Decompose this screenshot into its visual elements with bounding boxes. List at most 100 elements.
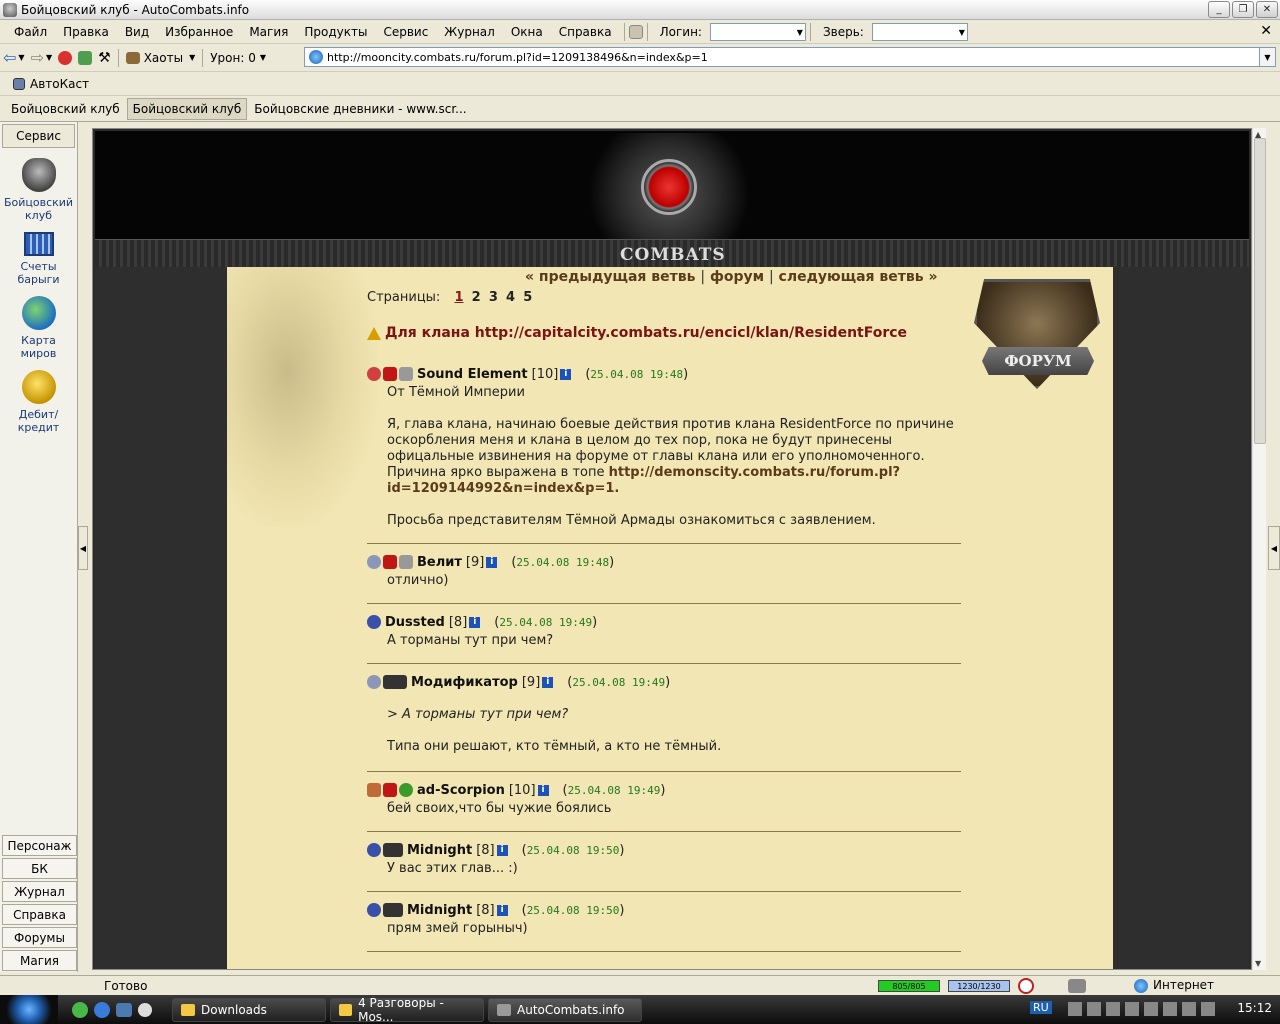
info-icon[interactable]: i xyxy=(486,556,498,568)
menu-journal[interactable]: Журнал xyxy=(436,25,503,39)
next-thread-link[interactable]: следующая ветвь » xyxy=(779,269,938,285)
post-author[interactable]: Midnight xyxy=(407,903,472,918)
close-doc-icon[interactable]: ✕ xyxy=(1260,23,1272,39)
maximize-button[interactable]: ❐ xyxy=(1232,1,1254,18)
address-url[interactable]: http://mooncity.combats.ru/forum.pl?id=1… xyxy=(327,51,708,64)
post-author[interactable]: Dussted xyxy=(385,615,445,630)
sidebar-button-character[interactable]: Персонаж xyxy=(2,835,77,856)
menu-bar: Файл Правка Вид Избранное Магия Продукты… xyxy=(0,20,1280,44)
sidebar-button-forums[interactable]: Форумы xyxy=(2,927,77,948)
post-date: 25.04.08 19:49 xyxy=(572,675,666,689)
sidebar-button-journal[interactable]: Журнал xyxy=(2,881,77,902)
info-icon[interactable]: i xyxy=(469,616,481,628)
forward-button[interactable]: ⇨ ▼ xyxy=(28,47,56,69)
briefcase-icon[interactable] xyxy=(628,24,643,39)
app-icon xyxy=(3,2,17,17)
clock-icon[interactable] xyxy=(1018,978,1034,994)
info-icon[interactable]: i xyxy=(496,904,508,916)
sidebar-item-accounts[interactable]: Счеты барыги xyxy=(0,232,77,286)
page-link-3[interactable]: 3 xyxy=(489,290,498,305)
tab-fightclub-2[interactable]: Бойцовский клуб xyxy=(126,97,248,120)
align-icon xyxy=(367,615,381,629)
menu-magic[interactable]: Магия xyxy=(241,25,296,39)
info-icon[interactable]: i xyxy=(542,676,554,688)
login-select[interactable]: ▼ xyxy=(709,22,806,41)
menu-help[interactable]: Справка xyxy=(551,25,620,39)
menu-view[interactable]: Вид xyxy=(117,25,157,39)
window-titlebar: Бойцовский клуб - AutoCombats.info _ ❐ ✕ xyxy=(0,0,1280,20)
close-button[interactable]: ✕ xyxy=(1256,1,1278,18)
tools-button[interactable]: ⚒ xyxy=(95,47,114,69)
forum-post: Dussted [8] i (25.04.08 19:49) А торманы… xyxy=(367,613,961,649)
page-link-1[interactable]: 1 xyxy=(454,290,463,305)
ie-icon[interactable] xyxy=(94,1001,110,1018)
task-downloads[interactable]: Downloads xyxy=(172,997,326,1022)
sidebar-header[interactable]: Сервис xyxy=(2,124,75,148)
info-icon[interactable]: i xyxy=(537,784,549,796)
minimize-button[interactable]: _ xyxy=(1208,1,1230,18)
internet-zone-icon xyxy=(1134,979,1148,993)
menu-service[interactable]: Сервис xyxy=(375,25,436,39)
post-date: 25.04.08 19:50 xyxy=(526,903,620,917)
post-author[interactable]: Midnight xyxy=(407,843,472,858)
prev-thread-link[interactable]: « предыдущая ветвь xyxy=(525,269,695,285)
coins-icon xyxy=(21,370,56,404)
page-link-5[interactable]: 5 xyxy=(523,290,532,305)
desktop-icon[interactable] xyxy=(116,1002,132,1017)
globe-icon xyxy=(21,296,56,330)
sidebar-button-magic[interactable]: Магия xyxy=(2,950,77,971)
tray-icons[interactable] xyxy=(1068,1002,1218,1016)
hp-bar: 805/805 xyxy=(878,980,940,992)
app-icon xyxy=(497,1003,511,1016)
forum-badge: ФОРУМ xyxy=(968,267,1108,407)
task-autocombats[interactable]: AutoCombats.info xyxy=(488,997,642,1022)
damage-button[interactable]: Урон: 0 ▼ xyxy=(207,47,269,69)
taskbar-clock[interactable]: 15:12 xyxy=(1237,1001,1272,1015)
info-icon[interactable]: i xyxy=(496,844,508,856)
sidebar-item-worldmap[interactable]: Карта миров xyxy=(0,296,77,360)
page-link-4[interactable]: 4 xyxy=(506,290,515,305)
vertical-scrollbar[interactable]: ▲ ▼ xyxy=(1252,128,1266,970)
start-button[interactable] xyxy=(0,995,58,1024)
info-icon[interactable]: i xyxy=(560,368,572,380)
post-author[interactable]: Модификатор xyxy=(411,675,518,690)
menu-windows[interactable]: Окна xyxy=(503,25,551,39)
refresh-button[interactable] xyxy=(75,47,95,69)
sidebar-item-debit[interactable]: Дебит/кредит xyxy=(0,370,77,434)
tab-fightclub-1[interactable]: Бойцовский клуб xyxy=(6,98,125,120)
task-conversations[interactable]: 4 Разговоры - Mos... xyxy=(330,996,484,1024)
sidebar-button-help[interactable]: Справка xyxy=(2,904,77,925)
forum-post: Midnight [8] i (25.04.08 19:50) прям зме… xyxy=(367,901,961,937)
autocast-button[interactable]: АвтоКаст xyxy=(10,73,92,95)
page-link-2[interactable]: 2 xyxy=(472,290,481,305)
post-author[interactable]: Велит xyxy=(417,555,462,570)
quicklaunch-icon[interactable] xyxy=(72,1001,88,1018)
thread-title: Для клана http://capitalcity.combats.ru/… xyxy=(367,325,907,341)
chaots-button[interactable]: Хаоты ▼ xyxy=(123,47,199,69)
clan-icon xyxy=(383,843,403,857)
scrollbar-thumb[interactable] xyxy=(1254,138,1266,444)
menu-products[interactable]: Продукты xyxy=(296,25,375,39)
sidebar-item-fightclub[interactable]: Бойцовский клуб xyxy=(0,158,77,222)
sidebar-button-bk[interactable]: БК xyxy=(2,858,77,879)
post-author[interactable]: ad-Scorpion xyxy=(417,783,505,798)
web-content: COMBATS ФОРУМ « предыдущая ветвь | форум… xyxy=(92,128,1252,970)
language-indicator[interactable]: RU xyxy=(1030,1001,1052,1014)
beast-select[interactable]: ▼ xyxy=(871,22,968,41)
collapse-right-handle[interactable]: ◀ xyxy=(1268,526,1280,570)
media-icon[interactable] xyxy=(138,1002,152,1017)
tab-diaries[interactable]: Бойцовские дневники - www.scr... xyxy=(249,98,471,120)
back-button[interactable]: ⇦ ▼ xyxy=(0,47,28,69)
address-bar[interactable]: http://mooncity.combats.ru/forum.pl?id=1… xyxy=(304,47,1276,67)
menu-edit[interactable]: Правка xyxy=(55,25,117,39)
collapse-left-handle[interactable]: ◀ xyxy=(78,526,88,570)
warning-icon xyxy=(367,326,381,340)
address-dropdown[interactable]: ▼ xyxy=(1259,48,1275,66)
menu-file[interactable]: Файл xyxy=(6,25,55,39)
post-author[interactable]: Sound Element xyxy=(417,367,528,382)
stop-button[interactable] xyxy=(55,47,75,69)
menu-favorites[interactable]: Избранное xyxy=(157,25,241,39)
taskbar: Downloads 4 Разговоры - Mos... AutoComba… xyxy=(0,995,1280,1024)
combats-wordmark: COMBATS xyxy=(620,245,726,265)
forum-link[interactable]: форум xyxy=(710,269,764,285)
